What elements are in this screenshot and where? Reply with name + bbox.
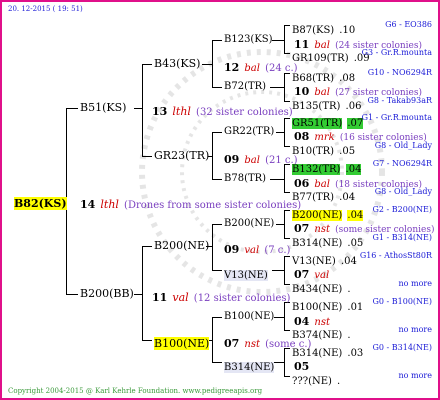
gen4-origin: G1 - Gr.R.mounta: [361, 113, 432, 122]
gen4-origin: no more: [398, 371, 432, 380]
gen3-colony-name[interactable]: B78(TR): [224, 174, 266, 184]
site-link[interactable]: www.pedigreeapis.org: [183, 387, 263, 395]
gen4-row[interactable]: B314(NE) .03: [292, 343, 363, 359]
date-stamp: 20. 12-2015 ( 19: 51): [8, 5, 83, 13]
gen2-colony-name[interactable]: GR23(TR): [154, 150, 209, 161]
copyright-text: Copyright 2004-2015 @ Karl Kehrle Founda…: [8, 387, 181, 395]
gen4-gen: .03: [347, 348, 364, 359]
gen2-colony-name[interactable]: B100(NE): [154, 337, 210, 350]
gen4-colony-name[interactable]: GR51(TR): [292, 118, 343, 129]
gen4-row[interactable]: B100(NE) .01: [292, 297, 363, 313]
gen4-row[interactable]: B314(NE) .05: [292, 233, 363, 249]
gen4-origin: G2 - B200(NE): [372, 205, 433, 214]
gen4-row[interactable]: B10(TR) .05: [292, 141, 355, 157]
gen4-gen: .04: [347, 210, 364, 221]
gen4-origin: G7 - NO6294R: [372, 159, 432, 168]
footer: Copyright 2004-2015 @ Karl Kehrle Founda…: [8, 388, 262, 395]
gen4-row[interactable]: B200(NE) .04: [292, 205, 364, 221]
gen3-colony-name[interactable]: B314(NE): [224, 362, 275, 373]
gen4-gen: .10: [339, 25, 356, 36]
gen3-colony-name[interactable]: GR22(TR): [224, 127, 274, 137]
gen4-gen: .05: [339, 146, 356, 157]
gen4-gen: .04: [345, 164, 362, 175]
gen4-colony-name[interactable]: B200(NE): [292, 210, 343, 221]
gen4-colony-name[interactable]: B135(TR): [292, 101, 340, 112]
gen4-gen: .05: [347, 238, 364, 249]
gen4-origin: G8 - Old_Lady: [374, 141, 432, 150]
gen4-origin: G3 - Gr.R.mounta: [361, 48, 432, 57]
gen3-colony-name[interactable]: V13(NE): [224, 270, 268, 281]
gen4-origin: G0 - B100(NE): [372, 297, 433, 306]
root-gen: 14: [80, 198, 96, 211]
gen4-row[interactable]: GR51(TR) .07: [292, 113, 364, 129]
root-sisters: (Drones from some sister colonies): [124, 200, 302, 211]
gen4-colony-name[interactable]: B314(NE): [292, 348, 342, 359]
gen2-info: 09 val (7 c.): [224, 243, 291, 256]
gen4-row[interactable]: V13(NE) .04: [292, 251, 357, 267]
gen4-colony-name[interactable]: B434(NE): [292, 284, 342, 295]
gen4-colony-name[interactable]: GR109(TR): [292, 53, 349, 64]
gen4-gen: .: [347, 284, 351, 295]
gen4-origin: G8 - Old_Lady: [374, 187, 432, 196]
gen4-origin: G10 - NO6294R: [367, 68, 432, 77]
gen3-colony-name[interactable]: B72(TR): [224, 82, 266, 92]
gen2-info: 09 bal (21 c.): [224, 153, 298, 166]
gen2-colony-name[interactable]: B200(NE): [154, 240, 209, 251]
gen2-info: 12 bal (24 c.): [224, 61, 298, 74]
gen4-colony-name[interactable]: B374(NE): [292, 330, 342, 341]
gen3-colony-name[interactable]: B100(NE): [224, 312, 274, 322]
gen3-colony[interactable]: B314(NE): [224, 357, 275, 373]
root-queen-line: lthl: [100, 198, 119, 211]
gen4-gen: .: [347, 330, 351, 341]
gen4-colony-name[interactable]: B10(TR): [292, 146, 334, 157]
gen3-colony-name[interactable]: B123(KS): [224, 35, 273, 45]
gen4-colony-name[interactable]: B87(KS): [292, 25, 334, 36]
root-colony[interactable]: B82(KS): [14, 194, 67, 210]
gen4-colony-name[interactable]: B100(NE): [292, 302, 342, 313]
gen4-row[interactable]: B87(KS) .10: [292, 20, 355, 36]
gen1-info: 13 lthl (32 sister colonies): [152, 105, 293, 118]
gen3-colony-name[interactable]: B200(NE): [224, 219, 274, 229]
gen4-colony-name[interactable]: V13(NE): [292, 256, 336, 267]
gen4-colony-name[interactable]: B132(TR): [292, 164, 341, 175]
gen1-info: 11 val (12 sister colonies): [152, 291, 291, 304]
gen4-gen: .01: [347, 302, 364, 313]
gen1-colony-name[interactable]: B51(KS): [80, 102, 126, 113]
gen4-row[interactable]: ???(NE) .: [292, 371, 340, 387]
gen4-gen: .04: [340, 256, 357, 267]
gen4-origin: G6 - EO386: [385, 20, 432, 29]
gen3-colony[interactable]: V13(NE): [224, 265, 268, 281]
root-name[interactable]: B82(KS): [14, 197, 67, 210]
gen4-origin: no more: [398, 279, 432, 288]
gen1-colony-name[interactable]: B200(BB): [80, 288, 134, 299]
gen4-colony-name[interactable]: ???(NE): [292, 376, 332, 387]
gen4-origin: G16 - AthosSt80R: [359, 251, 432, 260]
gen4-gen: .: [337, 376, 341, 387]
gen4-colony-name[interactable]: B314(NE): [292, 238, 342, 249]
gen4-colony-name[interactable]: B68(TR): [292, 73, 334, 84]
gen2-colony[interactable]: B100(NE): [154, 334, 210, 350]
root-info: 14 lthl (Drones from some sister colonie…: [80, 195, 301, 211]
gen4-gen: .04: [339, 192, 356, 203]
gen2-colony-name[interactable]: B43(KS): [154, 58, 200, 69]
gen4-row[interactable]: B132(TR) .04: [292, 159, 362, 175]
gen4-row[interactable]: B77(TR) .04: [292, 187, 355, 203]
gen4-gen: .08: [339, 73, 356, 84]
gen4-gen: .06: [345, 101, 362, 112]
pedigree-frame: 20. 12-2015 ( 19: 51) B82(KS) 14 lthl (D…: [0, 0, 440, 400]
gen4-origin: G1 - B314(NE): [372, 233, 433, 242]
gen4-row[interactable]: B68(TR) .08: [292, 68, 355, 84]
gen4-row[interactable]: B434(NE) .: [292, 279, 351, 295]
gen4-row[interactable]: B135(TR) .06: [292, 96, 361, 112]
gen4-origin: no more: [398, 325, 432, 334]
gen4-row[interactable]: GR109(TR) .09: [292, 48, 370, 64]
gen4-origin: G8 - Takab93aR: [367, 96, 432, 105]
gen4-origin: G0 - B314(NE): [372, 343, 433, 352]
gen4-colony-name[interactable]: B77(TR): [292, 192, 334, 203]
gen4-row[interactable]: B374(NE) .: [292, 325, 351, 341]
